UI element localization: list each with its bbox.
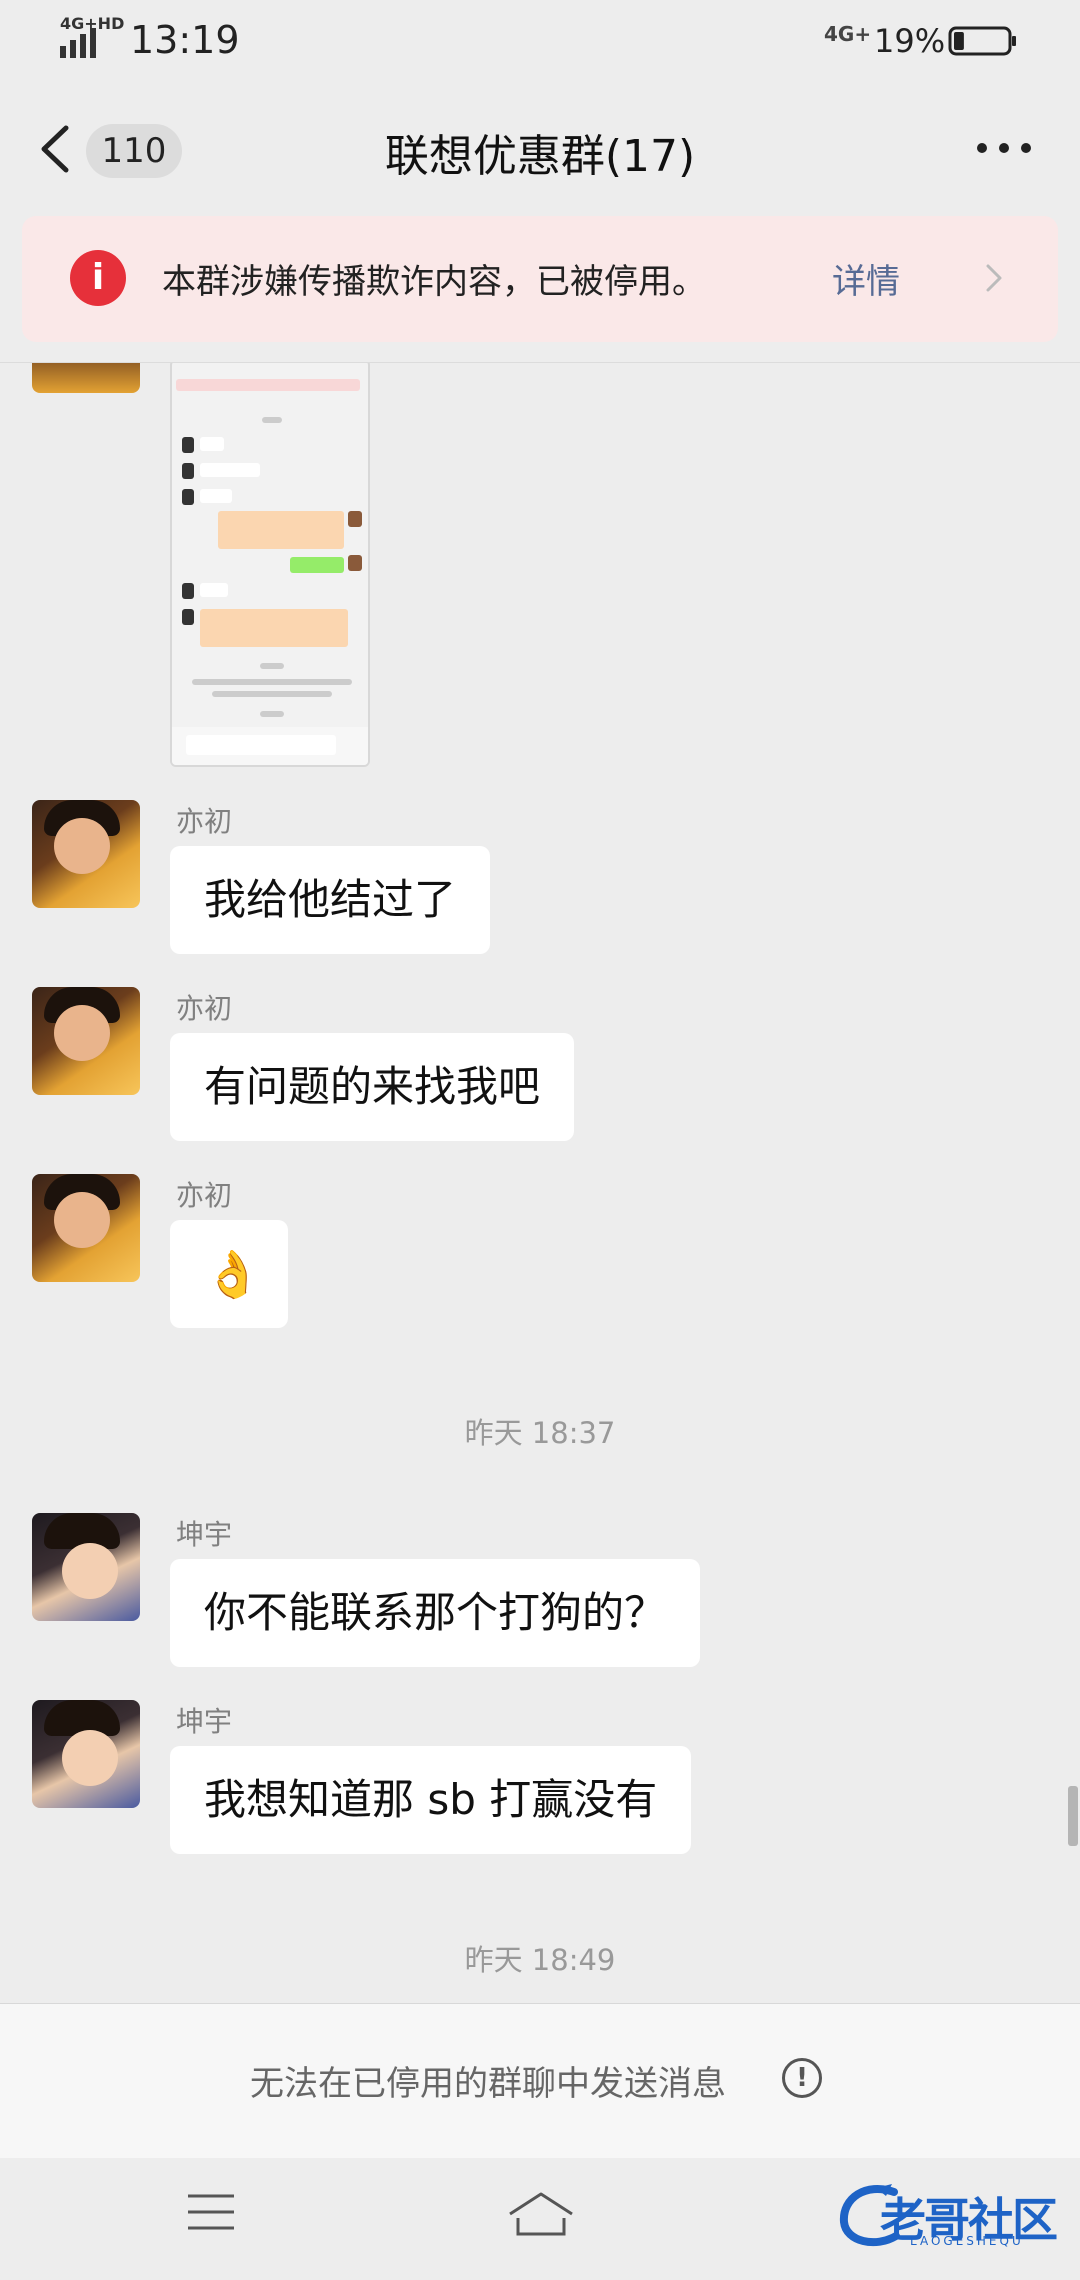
sender-name: 坤宇 xyxy=(176,1705,233,1738)
chevron-right-icon[interactable] xyxy=(982,260,1006,296)
sender-name: 亦初 xyxy=(176,992,233,1025)
scrollbar-thumb[interactable] xyxy=(1068,1786,1078,1846)
disabled-input-bar: 无法在已停用的群聊中发送消息 ! xyxy=(0,2003,1080,2158)
battery-percent: 19% xyxy=(874,22,946,60)
clock: 13:19 xyxy=(130,18,240,62)
sender-name: 坤宇 xyxy=(176,1518,233,1551)
message-bubble[interactable]: 👌 xyxy=(170,1220,288,1328)
image-message[interactable] xyxy=(170,363,370,767)
info-alert-icon: i xyxy=(70,250,126,306)
signal-strength-icon xyxy=(60,28,96,58)
timestamp: 昨天 18:49 xyxy=(464,1943,616,1977)
warning-text: 本群涉嫌传播欺诈内容，已被停用。 xyxy=(162,262,706,302)
ok-hand-emoji: 👌 xyxy=(204,1247,262,1301)
sender-name: 亦初 xyxy=(176,805,233,838)
message-list[interactable]: 亦初 我给他结过了 亦初 有问题的来找我吧 亦初 👌 昨天 18:37 坤宇 你… xyxy=(0,363,1080,2003)
battery-icon xyxy=(948,26,1016,56)
menu-icon[interactable] xyxy=(186,2192,236,2232)
sender-name: 亦初 xyxy=(176,1179,233,1212)
details-link[interactable]: 详情 xyxy=(832,254,900,303)
group-disabled-banner[interactable]: i 本群涉嫌传播欺诈内容，已被停用。 详情 xyxy=(22,216,1058,342)
disabled-notice: 无法在已停用的群聊中发送消息 xyxy=(250,2064,726,2104)
watermark-logo: 老哥社区 LAOGESHEQU xyxy=(836,2176,1066,2256)
chat-header: 110 联想优惠群(17) xyxy=(0,80,1080,216)
watermark-subtext: LAOGESHEQU xyxy=(910,2234,1024,2248)
avatar[interactable] xyxy=(32,987,140,1095)
message-bubble[interactable]: 我想知道那 sb 打赢没有 xyxy=(170,1746,692,1854)
avatar[interactable] xyxy=(32,1174,140,1282)
avatar[interactable] xyxy=(32,363,140,393)
message-bubble[interactable]: 有问题的来找我吧 xyxy=(170,1033,575,1141)
exclamation-icon[interactable]: ! xyxy=(782,2058,822,2098)
avatar[interactable] xyxy=(32,1700,140,1808)
system-nav-bar: 老哥社区 LAOGESHEQU xyxy=(0,2158,1080,2280)
timestamp: 昨天 18:37 xyxy=(464,1416,616,1450)
network-type-label: 4G+ xyxy=(824,22,872,46)
message-bubble[interactable]: 你不能联系那个打狗的？ xyxy=(170,1559,701,1667)
more-dots-icon[interactable] xyxy=(974,138,1034,158)
avatar[interactable] xyxy=(32,1513,140,1621)
home-icon[interactable] xyxy=(506,2188,576,2238)
page-title: 联想优惠群(17) xyxy=(384,131,696,182)
message-bubble[interactable]: 我给他结过了 xyxy=(170,846,491,954)
status-bar: 4G+HD 13:19 4G+ 19% xyxy=(0,0,1080,80)
avatar[interactable] xyxy=(32,800,140,908)
